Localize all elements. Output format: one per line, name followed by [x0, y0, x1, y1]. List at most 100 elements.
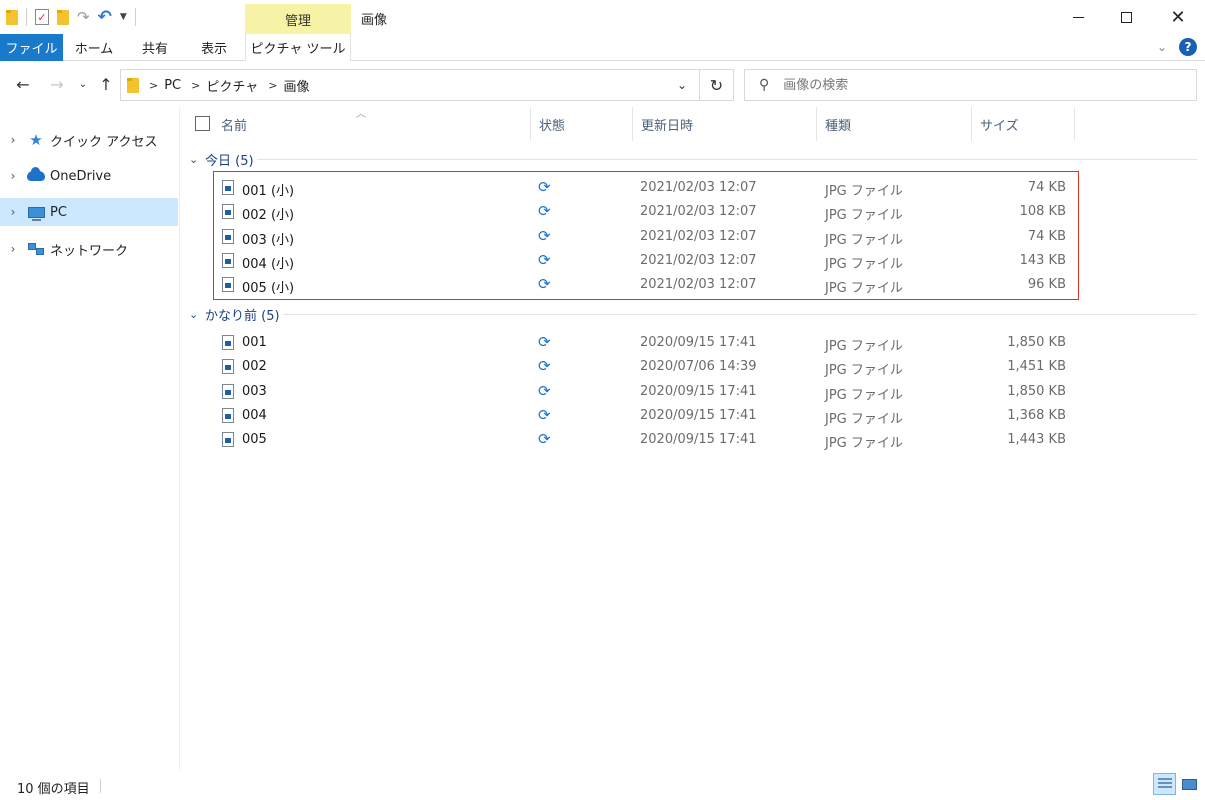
help-icon[interactable]: ?	[1179, 38, 1197, 56]
file-size: 1,368 KB	[1007, 408, 1066, 423]
customize-dropdown-icon[interactable]: ▼	[120, 12, 127, 22]
minimize-button[interactable]	[1055, 0, 1101, 34]
file-row[interactable]: 004 ⟳ 2020/09/15 17:41 JPG ファイル 1,368 KB	[216, 404, 1076, 428]
file-type: JPG ファイル	[825, 184, 903, 199]
file-size: 143 KB	[1019, 253, 1066, 268]
large-icons-view-icon	[1182, 778, 1197, 790]
close-button[interactable]: ✕	[1155, 0, 1201, 34]
column-header-size[interactable]: サイズ	[972, 107, 1075, 141]
tab-home[interactable]: ホーム	[63, 34, 125, 61]
folder-icon[interactable]	[6, 9, 18, 25]
tab-view[interactable]: 表示	[185, 34, 243, 61]
star-icon: ★	[29, 131, 43, 149]
sync-icon: ⟳	[538, 202, 551, 220]
file-name: 001	[242, 335, 267, 350]
expand-chevron-icon[interactable]: ›	[0, 205, 26, 219]
manage-tab[interactable]: 管理	[245, 4, 351, 34]
column-header-state[interactable]: 状態	[531, 107, 633, 141]
nav-item-label: クイック アクセス	[50, 134, 158, 150]
nav-item-onedrive[interactable]: › OneDrive	[0, 162, 178, 190]
undo-icon[interactable]: ↶	[98, 8, 112, 26]
expand-chevron-icon[interactable]: ›	[0, 169, 26, 183]
expand-chevron-icon[interactable]: ›	[0, 133, 26, 147]
breadcrumb-separator[interactable]: >	[149, 79, 158, 92]
file-size: 1,451 KB	[1007, 359, 1066, 374]
ribbon-tabs: ファイル ホーム 共有 表示 ピクチャ ツール ⌄ ?	[0, 34, 1205, 61]
file-date: 2020/09/15 17:41	[640, 384, 757, 399]
file-row[interactable]: 005 (小) ⟳ 2021/02/03 12:07 JPG ファイル 96 K…	[216, 273, 1076, 297]
nav-item-network[interactable]: › ネットワーク	[0, 235, 178, 263]
nav-item-quick-access[interactable]: › ★ クイック アクセス	[0, 126, 178, 154]
redo-icon[interactable]: ↷	[77, 9, 90, 25]
group-header-long-ago[interactable]: ⌄ かなり前 (5)	[189, 304, 1197, 324]
file-name: 002 (小)	[242, 208, 295, 223]
column-name-label: 名前	[221, 118, 248, 134]
file-row[interactable]: 002 ⟳ 2020/07/06 14:39 JPG ファイル 1,451 KB	[216, 355, 1076, 379]
search-input[interactable]	[783, 77, 1144, 93]
file-name: 001 (小)	[242, 184, 295, 199]
breadcrumb-images[interactable]: 画像	[283, 76, 309, 95]
large-icons-view-button[interactable]	[1178, 773, 1201, 795]
collapse-chevron-icon[interactable]: ⌄	[189, 153, 205, 166]
refresh-button[interactable]: ↻	[700, 69, 734, 101]
properties-check-icon[interactable]: ✓	[35, 9, 49, 25]
nav-item-label: OneDrive	[50, 168, 112, 184]
breadcrumb-separator[interactable]: >	[268, 79, 277, 92]
file-date: 2020/09/15 17:41	[640, 408, 757, 423]
collapse-chevron-icon[interactable]: ⌄	[189, 308, 205, 321]
sync-icon: ⟳	[538, 251, 551, 269]
group-divider	[283, 314, 1197, 315]
title-bar: ✓ ↷ ↶ ▼ 管理 画像 ✕	[0, 0, 1205, 34]
tab-picture-tools[interactable]: ピクチャ ツール	[245, 34, 351, 61]
status-separator	[100, 779, 101, 793]
column-header-type[interactable]: 種類	[817, 107, 972, 141]
file-size: 96 KB	[1027, 277, 1066, 292]
column-header-name[interactable]: 名前	[213, 107, 531, 141]
navigation-pane: › ★ クイック アクセス › OneDrive › PC › ネットワーク	[0, 107, 180, 770]
expand-chevron-icon[interactable]: ›	[0, 242, 26, 256]
address-dropdown-icon[interactable]: ⌄	[677, 78, 687, 92]
file-name: 005	[242, 432, 267, 447]
file-row[interactable]: 004 (小) ⟳ 2021/02/03 12:07 JPG ファイル 143 …	[216, 249, 1076, 273]
tab-share[interactable]: 共有	[125, 34, 185, 61]
file-row[interactable]: 003 (小) ⟳ 2021/02/03 12:07 JPG ファイル 74 K…	[216, 225, 1076, 249]
address-bar[interactable]: > PC > ピクチャ > 画像 ⌄	[120, 69, 700, 101]
breadcrumb-pc[interactable]: PC	[164, 78, 181, 93]
forward-button[interactable]: →	[46, 72, 68, 96]
jpg-file-icon	[222, 432, 234, 447]
nav-item-pc[interactable]: › PC	[0, 198, 178, 226]
ribbon-expand-icon[interactable]: ⌄	[1157, 40, 1167, 54]
jpg-file-icon	[222, 253, 234, 268]
up-arrow-icon: ↑	[99, 74, 113, 94]
maximize-button[interactable]	[1103, 0, 1149, 34]
file-row[interactable]: 005 ⟳ 2020/09/15 17:41 JPG ファイル 1,443 KB	[216, 428, 1076, 452]
file-date: 2021/02/03 12:07	[640, 253, 757, 268]
file-type: JPG ファイル	[825, 233, 903, 248]
recent-locations-button[interactable]: ⌄	[76, 72, 90, 96]
new-folder-icon[interactable]	[57, 9, 69, 25]
forward-arrow-icon: →	[50, 74, 64, 94]
breadcrumb-separator[interactable]: >	[191, 79, 200, 92]
sync-icon: ⟳	[538, 357, 551, 375]
file-row[interactable]: 001 (小) ⟳ 2021/02/03 12:07 JPG ファイル 74 K…	[216, 176, 1076, 200]
breadcrumb-pictures[interactable]: ピクチャ	[206, 76, 258, 95]
details-view-icon	[1157, 778, 1172, 790]
group-header-today[interactable]: ⌄ 今日 (5)	[189, 149, 1197, 169]
network-icon	[27, 242, 45, 256]
file-type: JPG ファイル	[825, 388, 903, 403]
quick-access-toolbar: ✓ ↷ ↶ ▼	[6, 6, 136, 28]
up-button[interactable]: ↑	[96, 72, 116, 96]
file-row[interactable]: 001 ⟳ 2020/09/15 17:41 JPG ファイル 1,850 KB	[216, 331, 1076, 355]
back-button[interactable]: ←	[12, 72, 34, 96]
file-row[interactable]: 002 (小) ⟳ 2021/02/03 12:07 JPG ファイル 108 …	[216, 200, 1076, 224]
jpg-file-icon	[222, 384, 234, 399]
tab-file[interactable]: ファイル	[0, 34, 63, 61]
file-row[interactable]: 003 ⟳ 2020/09/15 17:41 JPG ファイル 1,850 KB	[216, 380, 1076, 404]
details-view-button[interactable]	[1153, 773, 1176, 795]
close-icon: ✕	[1170, 6, 1186, 28]
file-type: JPG ファイル	[825, 257, 903, 272]
column-header-date[interactable]: 更新日時	[633, 107, 817, 141]
file-type: JPG ファイル	[825, 339, 903, 354]
select-all-checkbox[interactable]	[195, 116, 210, 131]
search-box[interactable]: ⚲	[744, 69, 1197, 101]
